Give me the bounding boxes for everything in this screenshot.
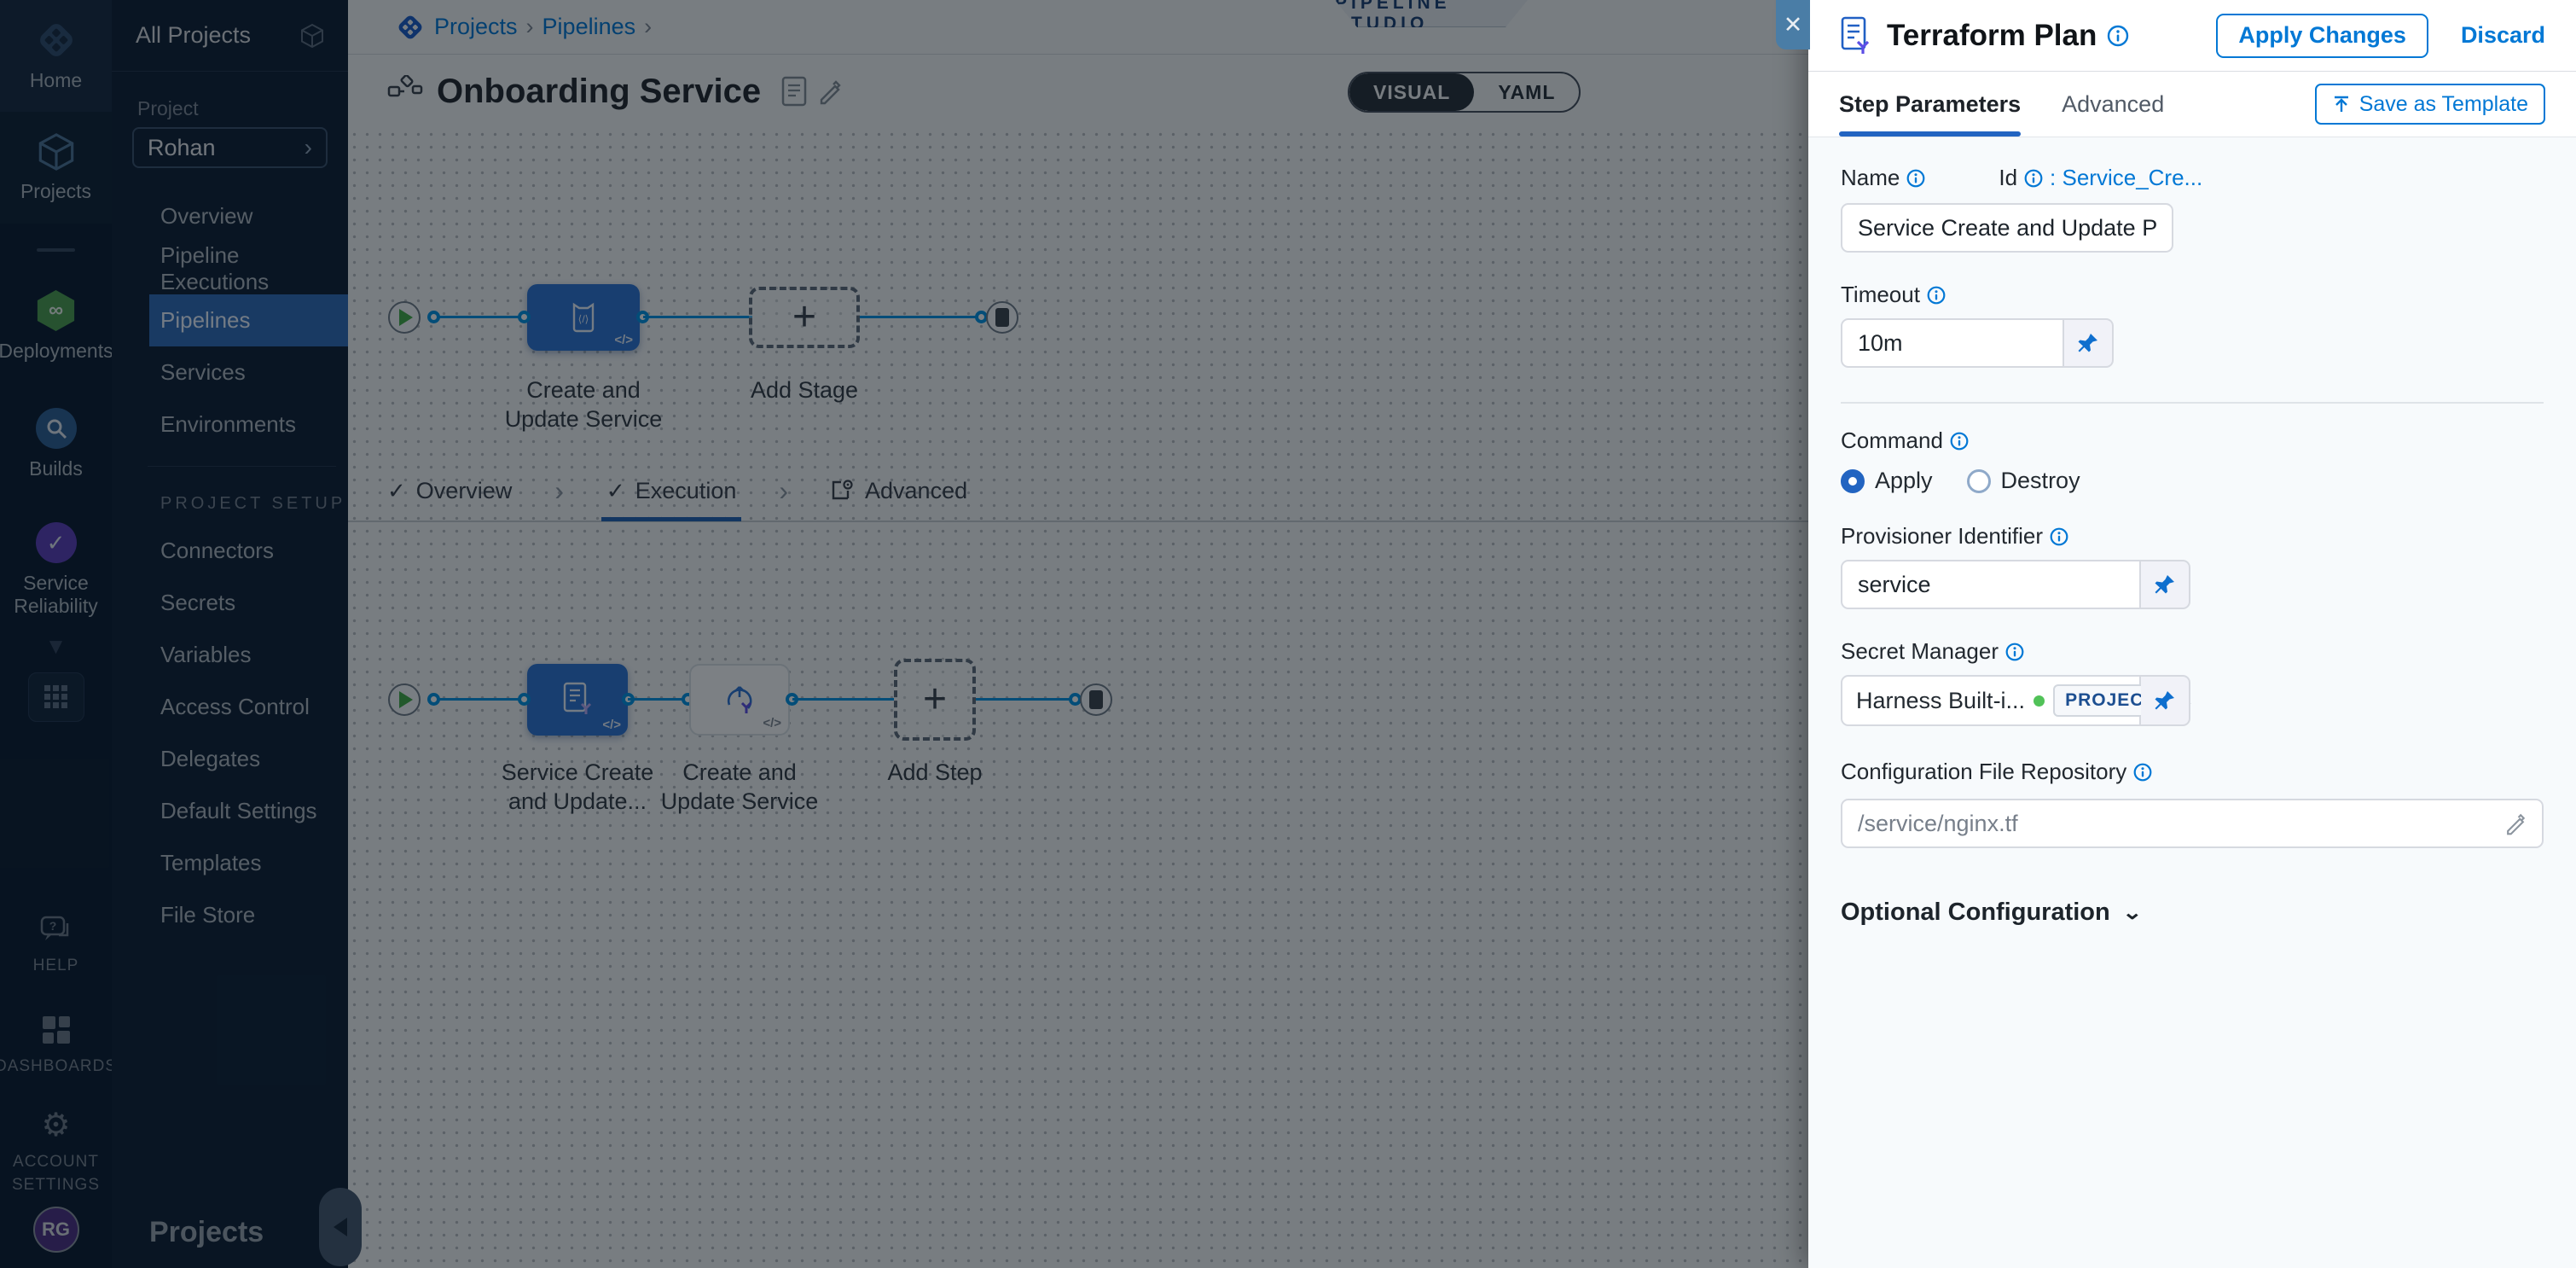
info-icon[interactable] bbox=[1950, 432, 1969, 451]
info-icon[interactable] bbox=[2107, 25, 2129, 47]
step-parameters-form: Name Id : Service_Cre... Timeout bbox=[1808, 137, 2576, 1268]
radio-unselected-icon bbox=[1967, 469, 1991, 493]
drawer-title: Terraform Plan bbox=[1887, 19, 2097, 53]
runtime-input-pin-button[interactable] bbox=[2064, 318, 2114, 368]
optional-configuration-label: Optional Configuration bbox=[1841, 899, 2110, 927]
command-label: Command bbox=[1841, 428, 2544, 454]
drawer-tab-bar: Step Parameters Advanced Save as Templat… bbox=[1808, 72, 2576, 137]
radio-selected-icon bbox=[1841, 469, 1865, 493]
modal-backdrop[interactable] bbox=[0, 0, 1808, 1268]
edit-pencil-icon[interactable] bbox=[2503, 811, 2528, 836]
info-icon[interactable] bbox=[2005, 643, 2024, 661]
radio-apply[interactable]: Apply bbox=[1841, 468, 1933, 494]
drawer-header: Terraform Plan Apply Changes Discard bbox=[1808, 0, 2576, 72]
info-icon[interactable] bbox=[1927, 286, 1946, 305]
name-input[interactable] bbox=[1841, 203, 2173, 253]
id-label: Id bbox=[1999, 165, 2017, 191]
upload-icon bbox=[2332, 95, 2351, 113]
secret-manager-select[interactable]: Harness Built-i... PROJECT ⌄ bbox=[1841, 675, 2141, 726]
radio-label: Apply bbox=[1875, 468, 1933, 494]
radio-destroy[interactable]: Destroy bbox=[1967, 468, 2080, 494]
form-divider bbox=[1841, 402, 2544, 404]
status-dot-icon bbox=[2034, 695, 2045, 707]
command-radio-group: Apply Destroy bbox=[1841, 468, 2544, 494]
terraform-plan-icon bbox=[1839, 16, 1873, 55]
id-value[interactable]: : Service_Cre... bbox=[2050, 165, 2202, 191]
runtime-input-pin-button[interactable] bbox=[2141, 560, 2190, 609]
runtime-input-pin-button[interactable] bbox=[2141, 675, 2190, 726]
info-icon[interactable] bbox=[2024, 169, 2043, 188]
optional-configuration-toggle[interactable]: Optional Configuration ⌄ bbox=[1841, 898, 2544, 928]
pin-icon bbox=[2154, 573, 2176, 596]
info-icon[interactable] bbox=[2050, 527, 2068, 546]
provisioner-identifier-label: Provisioner Identifier bbox=[1841, 523, 2544, 550]
secret-manager-value: Harness Built-i... bbox=[1856, 688, 2025, 714]
tab-step-parameters[interactable]: Step Parameters bbox=[1839, 72, 2021, 137]
provisioner-input-group bbox=[1841, 560, 2544, 609]
save-as-template-label: Save as Template bbox=[2359, 92, 2528, 117]
timeout-input-group bbox=[1841, 318, 2544, 368]
pin-icon bbox=[2077, 332, 2099, 354]
info-icon[interactable] bbox=[1906, 169, 1925, 188]
config-file-repository-input[interactable] bbox=[1841, 799, 2544, 848]
save-as-template-button[interactable]: Save as Template bbox=[2315, 84, 2545, 125]
chevron-down-icon: ⌄ bbox=[2122, 901, 2143, 925]
provisioner-identifier-input[interactable] bbox=[1841, 560, 2141, 609]
drawer-close-button[interactable]: ✕ bbox=[1776, 0, 1810, 49]
timeout-input[interactable] bbox=[1841, 318, 2064, 368]
secret-manager-label: Secret Manager bbox=[1841, 638, 2544, 665]
apply-changes-button[interactable]: Apply Changes bbox=[2216, 14, 2428, 58]
close-icon: ✕ bbox=[1784, 12, 1803, 38]
step-config-drawer: Terraform Plan Apply Changes Discard Ste… bbox=[1808, 0, 2576, 1268]
info-icon[interactable] bbox=[2133, 763, 2152, 782]
name-label: Name bbox=[1841, 165, 1925, 191]
step-id: Id : Service_Cre... bbox=[1999, 165, 2202, 191]
pin-icon bbox=[2154, 689, 2176, 712]
discard-button[interactable]: Discard bbox=[2461, 22, 2545, 49]
secret-manager-group: Harness Built-i... PROJECT ⌄ bbox=[1841, 675, 2544, 726]
config-file-repository-label: Configuration File Repository bbox=[1841, 759, 2544, 785]
radio-label: Destroy bbox=[2001, 468, 2080, 494]
harness-app: Home Projects ∞ Deployments Builds ✓ Ser… bbox=[0, 0, 2576, 1268]
tab-advanced[interactable]: Advanced bbox=[2062, 72, 2164, 137]
timeout-label: Timeout bbox=[1841, 282, 2544, 308]
config-file-repository-field bbox=[1841, 799, 2544, 848]
